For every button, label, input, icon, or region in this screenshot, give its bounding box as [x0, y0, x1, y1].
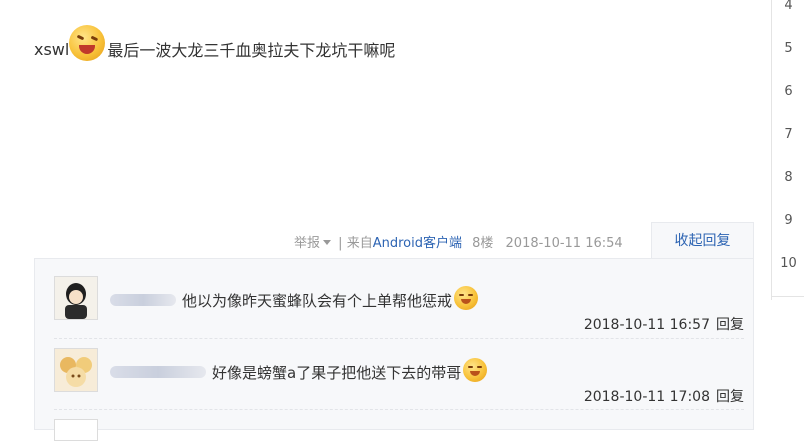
floor-nav-item[interactable]: 7 — [772, 127, 804, 142]
reply-meta: 2018-10-11 17:08 回复 — [584, 386, 744, 406]
reply-button[interactable]: 回复 — [716, 317, 744, 333]
floor-nav-item[interactable]: 9 — [772, 213, 804, 228]
floor-nav-item[interactable]: 10 — [772, 256, 804, 271]
grin-emoji-icon — [454, 286, 479, 310]
blurred-username[interactable] — [110, 294, 176, 306]
reply-meta: 2018-10-11 16:57 回复 — [584, 314, 744, 334]
post-author[interactable]: xswl — [34, 40, 69, 59]
post-meta: 举报 | 来自Android客户端 8楼 2018-10-11 16:54 — [294, 232, 623, 251]
reply-content: 好像是螃蟹a了果子把他送下去的带哥 — [110, 358, 488, 384]
client-link[interactable]: Android客户端 — [373, 236, 462, 251]
list-item: 好像是螃蟹a了果子把他送下去的带哥 2018-10-11 17:08 回复 — [54, 348, 744, 405]
floor-nav-item[interactable]: 8 — [772, 170, 804, 185]
floor-nav-item[interactable]: 4 — [772, 0, 804, 13]
reply-time: 2018-10-11 17:08 — [583, 389, 710, 405]
reply-time: 2018-10-11 16:57 — [583, 317, 710, 333]
blurred-username[interactable] — [110, 366, 206, 378]
from-prefix: 来自 — [346, 236, 373, 251]
avatar[interactable] — [54, 276, 98, 320]
floor-nav-item[interactable]: 6 — [772, 84, 804, 99]
floor-number: 8楼 — [472, 236, 494, 251]
avatar[interactable] — [54, 419, 98, 441]
divider — [772, 296, 804, 297]
reply-button[interactable]: 回复 — [716, 389, 744, 405]
laughing-emoji-icon — [463, 358, 488, 382]
avatar[interactable] — [54, 348, 98, 392]
reply-content: 他以为像昨天蜜蜂队会有个上单帮他惩戒 — [110, 286, 479, 312]
reply-list: 他以为像昨天蜜蜂队会有个上单帮他惩戒 2018-10-11 16:57 回复 好… — [34, 258, 754, 441]
post-content: xswl 最后一波大龙三千血奥拉夫下龙坑干嘛呢 — [34, 25, 396, 67]
report-button[interactable]: 举报 — [294, 236, 320, 251]
list-item: 他以为像昨天蜜蜂队会有个上单帮他惩戒 2018-10-11 16:57 回复 — [54, 276, 744, 333]
collapse-reply-button[interactable]: 收起回复 — [651, 222, 754, 260]
reply-text: 他以为像昨天蜜蜂队会有个上单帮他惩戒 — [182, 291, 453, 310]
laughing-emoji-icon — [69, 25, 106, 61]
post-datetime: 2018-10-11 16:54 — [505, 236, 623, 251]
chevron-down-icon[interactable] — [323, 240, 332, 245]
divider — [54, 409, 744, 410]
post-floor: xswl 最后一波大龙三千血奥拉夫下龙坑干嘛呢 举报 | 来自Android客户… — [0, 0, 770, 441]
meta-separator: | — [338, 236, 343, 251]
reply-text: 好像是螃蟹a了果子把他送下去的带哥 — [212, 363, 462, 382]
post-text: 最后一波大龙三千血奥拉夫下龙坑干嘛呢 — [107, 41, 396, 60]
floor-nav-item[interactable]: 5 — [772, 41, 804, 56]
divider — [54, 338, 744, 339]
floor-navigation: 4 5 6 7 8 9 10 — [771, 0, 804, 300]
